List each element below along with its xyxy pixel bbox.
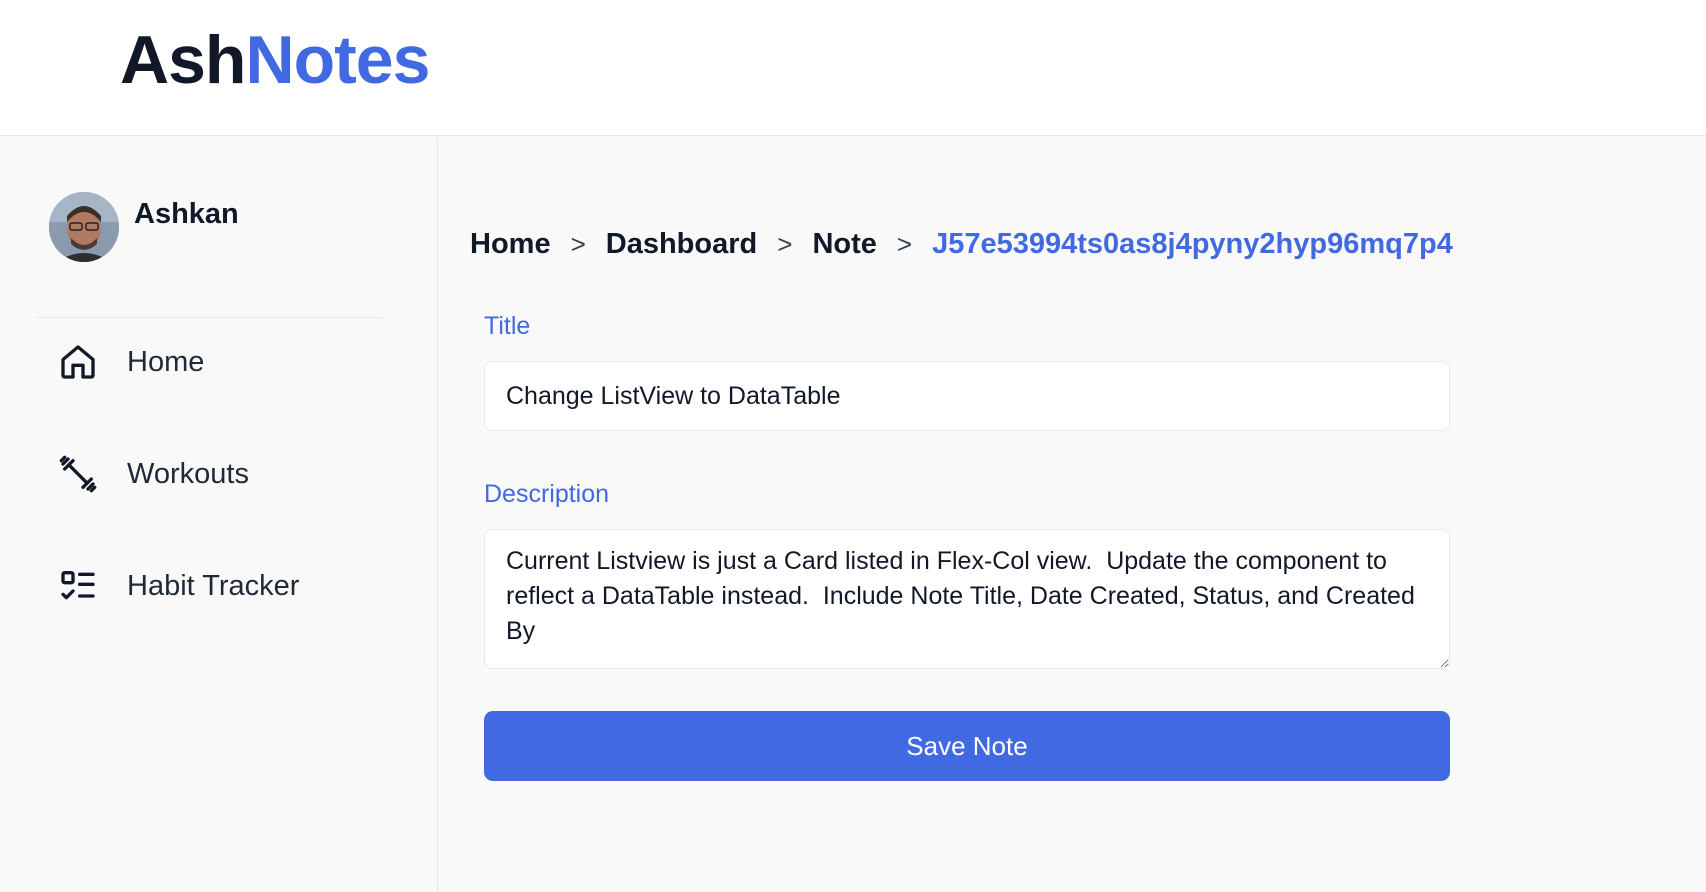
breadcrumb: Home > Dashboard > Note > J57e53994ts0as…: [470, 228, 1453, 261]
sidebar-item-home[interactable]: Home: [36, 330, 383, 394]
title-label: Title: [484, 312, 531, 340]
top-bar: AshNotes: [0, 0, 1706, 136]
app-logo[interactable]: AshNotes: [120, 22, 430, 98]
avatar: [49, 192, 119, 262]
sidebar: Ashkan Home Workouts Habit Tracker: [0, 137, 438, 892]
logo-part-notes: Notes: [245, 22, 430, 98]
sidebar-item-label: Habit Tracker: [127, 569, 300, 602]
user-name: Ashkan: [134, 198, 239, 230]
sidebar-item-workouts[interactable]: Workouts: [36, 442, 383, 506]
sidebar-item-label: Workouts: [127, 457, 249, 490]
description-textarea[interactable]: Current Listview is just a Card listed i…: [484, 529, 1450, 669]
dumbbell-icon: [56, 452, 100, 496]
sidebar-divider: [36, 317, 383, 318]
breadcrumb-separator: >: [777, 229, 793, 259]
breadcrumb-note[interactable]: Note: [812, 228, 876, 261]
breadcrumb-home[interactable]: Home: [470, 228, 551, 261]
breadcrumb-separator: >: [896, 229, 913, 259]
save-note-button[interactable]: Save Note: [484, 711, 1450, 781]
breadcrumb-current-note-id: J57e53994ts0as8j4pyny2hyp96mq7p4: [932, 228, 1453, 260]
sidebar-item-habit-tracker[interactable]: Habit Tracker: [36, 554, 383, 618]
breadcrumb-separator: >: [570, 229, 586, 259]
checklist-icon: [56, 564, 100, 608]
home-icon: [56, 340, 100, 384]
description-label: Description: [484, 480, 610, 508]
sidebar-item-label: Home: [127, 345, 205, 378]
breadcrumb-dashboard[interactable]: Dashboard: [606, 228, 757, 261]
title-input[interactable]: [484, 361, 1450, 431]
logo-part-ash: Ash: [120, 22, 246, 98]
